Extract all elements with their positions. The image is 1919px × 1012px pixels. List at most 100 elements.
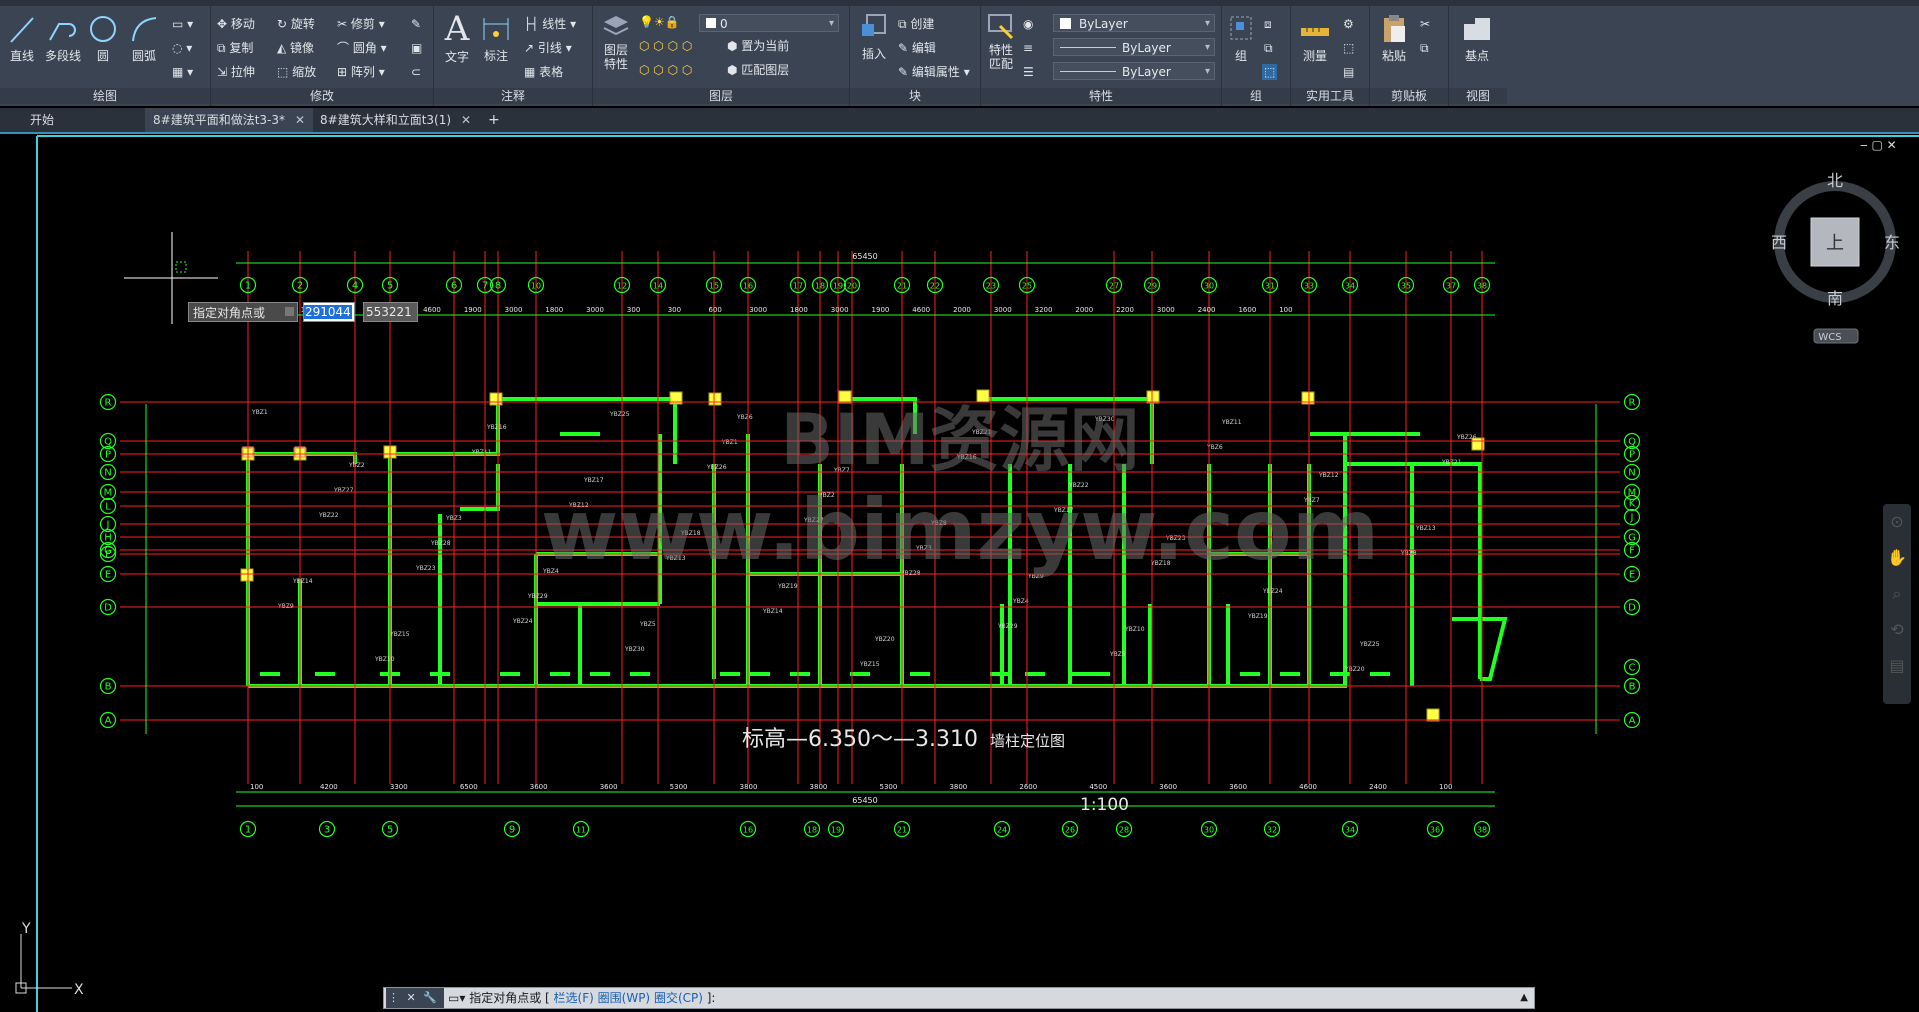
command-option-cpolygon[interactable]: 圈交(CP): [654, 991, 703, 1005]
layer-tools-row2[interactable]: ⬡ ⬡ ⬡ ⬡: [639, 62, 692, 78]
dimension-button[interactable]: 标注: [478, 14, 514, 64]
move-button[interactable]: ✥ 移动: [217, 16, 255, 32]
viewcube-west[interactable]: 西: [1771, 233, 1787, 252]
command-expand-icon[interactable]: ▲: [1520, 988, 1528, 1008]
ungroup-button[interactable]: ⧈: [1264, 16, 1272, 32]
line-button[interactable]: 直线: [6, 14, 38, 64]
annotation-panel-title[interactable]: 注释: [434, 88, 592, 104]
viewcube-south[interactable]: 南: [1827, 289, 1843, 308]
group-button[interactable]: 组: [1226, 14, 1256, 64]
text-button[interactable]: A 文字: [440, 10, 474, 65]
viewcube-east[interactable]: 东: [1884, 233, 1900, 252]
new-tab-button[interactable]: +: [480, 108, 508, 132]
modify-panel-title[interactable]: 修改: [211, 88, 433, 104]
cut-button[interactable]: ✂: [1420, 16, 1430, 32]
explode-button[interactable]: ▣: [411, 40, 422, 56]
tab-drawing-2[interactable]: 8#建筑大样和立面t3(1) ✕: [312, 108, 479, 132]
group-edit-button[interactable]: ⧉: [1264, 40, 1273, 56]
boundary-button[interactable]: ▦ ▾: [172, 64, 193, 80]
navigation-bar[interactable]: ⊙ ✋ ⌕ ⟲ ▤: [1883, 504, 1911, 704]
wall-annotation: YBZ20: [874, 636, 895, 643]
column-marker: [489, 392, 503, 406]
wall-annotation: YBZ29: [997, 623, 1018, 630]
dimension-text-bottom: 5300: [670, 783, 688, 791]
erase-button[interactable]: ✎: [411, 16, 421, 32]
tab-start[interactable]: 开始: [22, 108, 62, 132]
group-panel-title[interactable]: 组: [1222, 88, 1290, 104]
scale-button[interactable]: ⬚ 缩放: [277, 64, 316, 80]
layer-properties-button[interactable]: 图层 特性: [597, 12, 635, 71]
match-properties-label: 特性 匹配: [988, 43, 1013, 71]
edit-attributes-button[interactable]: ✎ 编辑属性 ▾: [898, 64, 970, 80]
rotate-button[interactable]: ↻ 旋转: [277, 16, 315, 32]
rectangle-button[interactable]: ▭ ▾: [172, 16, 193, 32]
copy-clip-button[interactable]: ⧉: [1420, 40, 1429, 56]
measure-button[interactable]: 测量: [1295, 14, 1335, 64]
circle-icon: [90, 16, 116, 42]
copy-button[interactable]: ⧉ 复制: [217, 40, 253, 56]
wrench-icon[interactable]: 🔧: [419, 991, 437, 1004]
dynamic-input-options-icon[interactable]: [285, 307, 294, 316]
create-block-button[interactable]: ⧉ 创建: [898, 16, 934, 32]
viewport-minimize-icon[interactable]: ‒ ▢ ✕: [1860, 138, 1897, 152]
hatch-button[interactable]: ◌ ▾: [172, 40, 192, 56]
layer-dropdown[interactable]: 0: [699, 14, 839, 33]
trim-button[interactable]: ✂ 修剪 ▾: [337, 16, 385, 32]
match-layer-button[interactable]: ⬢ 匹配图层: [727, 62, 789, 78]
array-button[interactable]: ⊞ 阵列 ▾: [337, 64, 385, 80]
clipboard-panel-title[interactable]: 剪贴板: [1370, 88, 1448, 104]
calculator-button[interactable]: ▤: [1343, 64, 1354, 80]
select-all-button[interactable]: ⬚: [1343, 40, 1354, 56]
command-option-wpolygon[interactable]: 圈围(WP): [598, 991, 650, 1005]
wall-annotation: YBZ20: [1344, 666, 1365, 673]
right-axis-bubble-label: E: [1629, 570, 1635, 581]
right-axis-bubble-label: G: [1628, 533, 1636, 544]
lineweight-dropdown[interactable]: ByLayer: [1053, 62, 1215, 81]
command-option-fence[interactable]: 栏选(F): [554, 991, 594, 1005]
close-icon[interactable]: ✕: [403, 991, 416, 1004]
view-panel-title[interactable]: 视图: [1449, 88, 1507, 104]
close-icon[interactable]: ✕: [461, 113, 471, 127]
paste-button[interactable]: 粘贴: [1376, 12, 1412, 64]
leader-button[interactable]: ↗ 引线 ▾: [524, 40, 572, 56]
make-current-button[interactable]: ⬢ 置为当前: [727, 38, 789, 54]
properties-panel-title[interactable]: 特性: [981, 88, 1221, 104]
group-select-button[interactable]: ⬚: [1262, 64, 1278, 80]
block-panel-title[interactable]: 块: [850, 88, 980, 104]
arc-button[interactable]: 圆弧: [126, 14, 162, 64]
copy-clip-icon: ⧉: [1420, 41, 1429, 55]
offset-button[interactable]: ⊂: [411, 64, 421, 80]
command-line[interactable]: ⋮ ✕ 🔧 ▭▾ 指定对角点或 [ 栏选(F) 圈围(WP) 圈交(CP) ]:…: [383, 987, 1535, 1009]
draw-panel-title[interactable]: 绘图: [0, 88, 210, 104]
fillet-button[interactable]: ⌒ 圆角 ▾: [337, 40, 387, 56]
layers-panel-title[interactable]: 图层: [593, 88, 849, 104]
viewcube-north[interactable]: 北: [1827, 171, 1843, 190]
linear-button[interactable]: ├┤ 线性 ▾: [524, 16, 576, 32]
edit-block-button[interactable]: ✎ 编辑: [898, 40, 936, 56]
command-history-icon[interactable]: ▭▾: [448, 991, 465, 1005]
base-view-button[interactable]: 基点: [1457, 14, 1497, 64]
quick-select-button[interactable]: ⚙: [1343, 16, 1354, 32]
linetype-dropdown[interactable]: ByLayer: [1053, 38, 1215, 57]
mirror-button[interactable]: ◭ 镜像: [277, 40, 314, 56]
left-axis-bubble-label: A: [105, 716, 112, 727]
dynamic-input-x[interactable]: 291044: [303, 302, 355, 322]
layer-tools-row1[interactable]: ⬡ ⬡ ⬡ ⬡: [639, 38, 692, 54]
polyline-button[interactable]: 多段线: [42, 14, 84, 64]
insert-button[interactable]: 插入: [854, 12, 894, 62]
utilities-panel-title[interactable]: 实用工具: [1291, 88, 1369, 104]
table-button[interactable]: ▦ 表格: [524, 64, 563, 80]
match-properties-button[interactable]: 特性 匹配: [983, 12, 1019, 71]
dynamic-input-y[interactable]: 553221: [363, 302, 418, 322]
tab-drawing-1[interactable]: 8#建筑平面和做法t3-3* ✕: [145, 108, 314, 132]
cad-drawing[interactable]: YBZ1YBZ2YBZ3YBZ4YBZ5YBZ6YBZ7YBZ8YBZ9YBZ1…: [0, 134, 1919, 1012]
top-axis-bubble-label: 4: [352, 281, 358, 292]
drawing-canvas[interactable]: YBZ1YBZ2YBZ3YBZ4YBZ5YBZ6YBZ7YBZ8YBZ9YBZ1…: [0, 134, 1919, 1012]
stretch-button[interactable]: ⇲ 拉伸: [217, 64, 255, 80]
dimension-text-top: 1800: [790, 306, 808, 314]
circle-button[interactable]: 圆: [86, 14, 120, 64]
close-icon[interactable]: ✕: [295, 113, 305, 127]
viewcube[interactable]: 上 北 南 东 西 WCS: [1771, 171, 1900, 344]
color-dropdown[interactable]: ByLayer: [1053, 14, 1215, 33]
left-axis-bubble-label: M: [104, 488, 113, 499]
